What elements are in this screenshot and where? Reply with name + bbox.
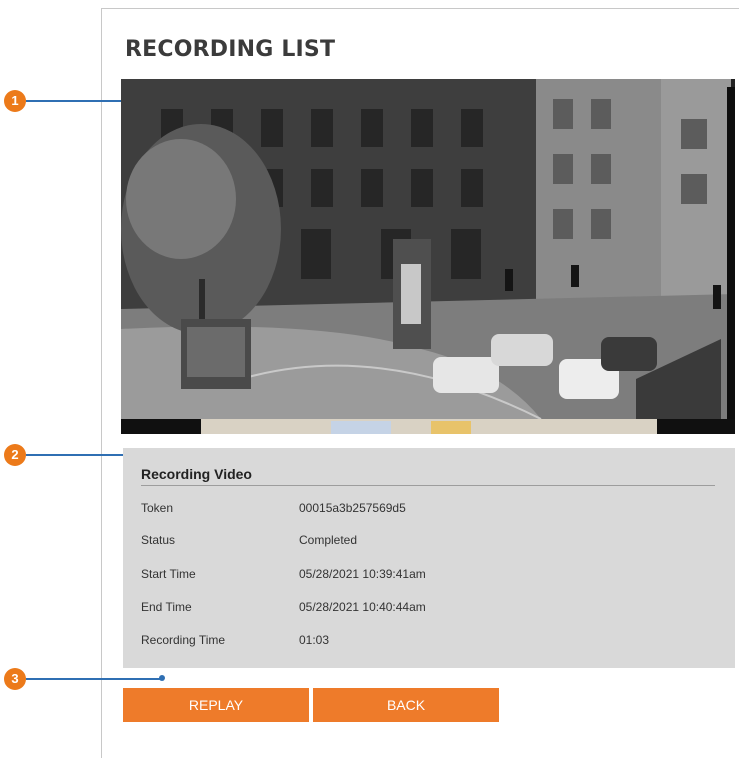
info-label: Start Time	[141, 567, 196, 581]
page-frame-left-border	[101, 8, 102, 758]
info-row-recording-time: Recording Time 01:03	[141, 633, 701, 651]
info-value: 00015a3b257569d5	[299, 501, 406, 515]
info-value: 01:03	[299, 633, 330, 647]
info-value: 05/28/2021 10:40:44am	[299, 600, 426, 614]
replay-button[interactable]: REPLAY	[123, 688, 309, 722]
info-row-end-time: End Time 05/28/2021 10:40:44am	[141, 600, 701, 618]
page-frame-top-border	[101, 8, 739, 9]
info-row-start-time: Start Time 05/28/2021 10:39:41am	[141, 567, 701, 585]
info-row-status: Status Completed	[141, 533, 701, 551]
callout-number: 1	[4, 90, 26, 112]
callout-number: 2	[4, 444, 26, 466]
video-frame-image	[121, 79, 735, 434]
info-label: Token	[141, 501, 174, 515]
recording-video-info-panel: Recording Video Token 00015a3b257569d5 S…	[123, 448, 735, 668]
recording-video-player[interactable]	[121, 79, 735, 434]
callout-dot	[159, 675, 165, 681]
info-row-token: Token 00015a3b257569d5	[141, 501, 701, 519]
back-button[interactable]: BACK	[313, 688, 499, 722]
callout-number: 3	[4, 668, 26, 690]
callout-leader-line	[26, 454, 134, 456]
info-value: 05/28/2021 10:39:41am	[299, 567, 426, 581]
callout-leader-line	[26, 100, 130, 102]
info-panel-divider	[141, 485, 715, 486]
callout-leader-line	[26, 678, 162, 680]
info-value: Completed	[299, 533, 358, 547]
info-label: End Time	[141, 600, 192, 614]
info-label: Status	[141, 533, 176, 547]
info-panel-title: Recording Video	[141, 466, 252, 482]
info-label: Recording Time	[141, 633, 226, 647]
page-title: RECORDING LIST	[125, 37, 336, 62]
